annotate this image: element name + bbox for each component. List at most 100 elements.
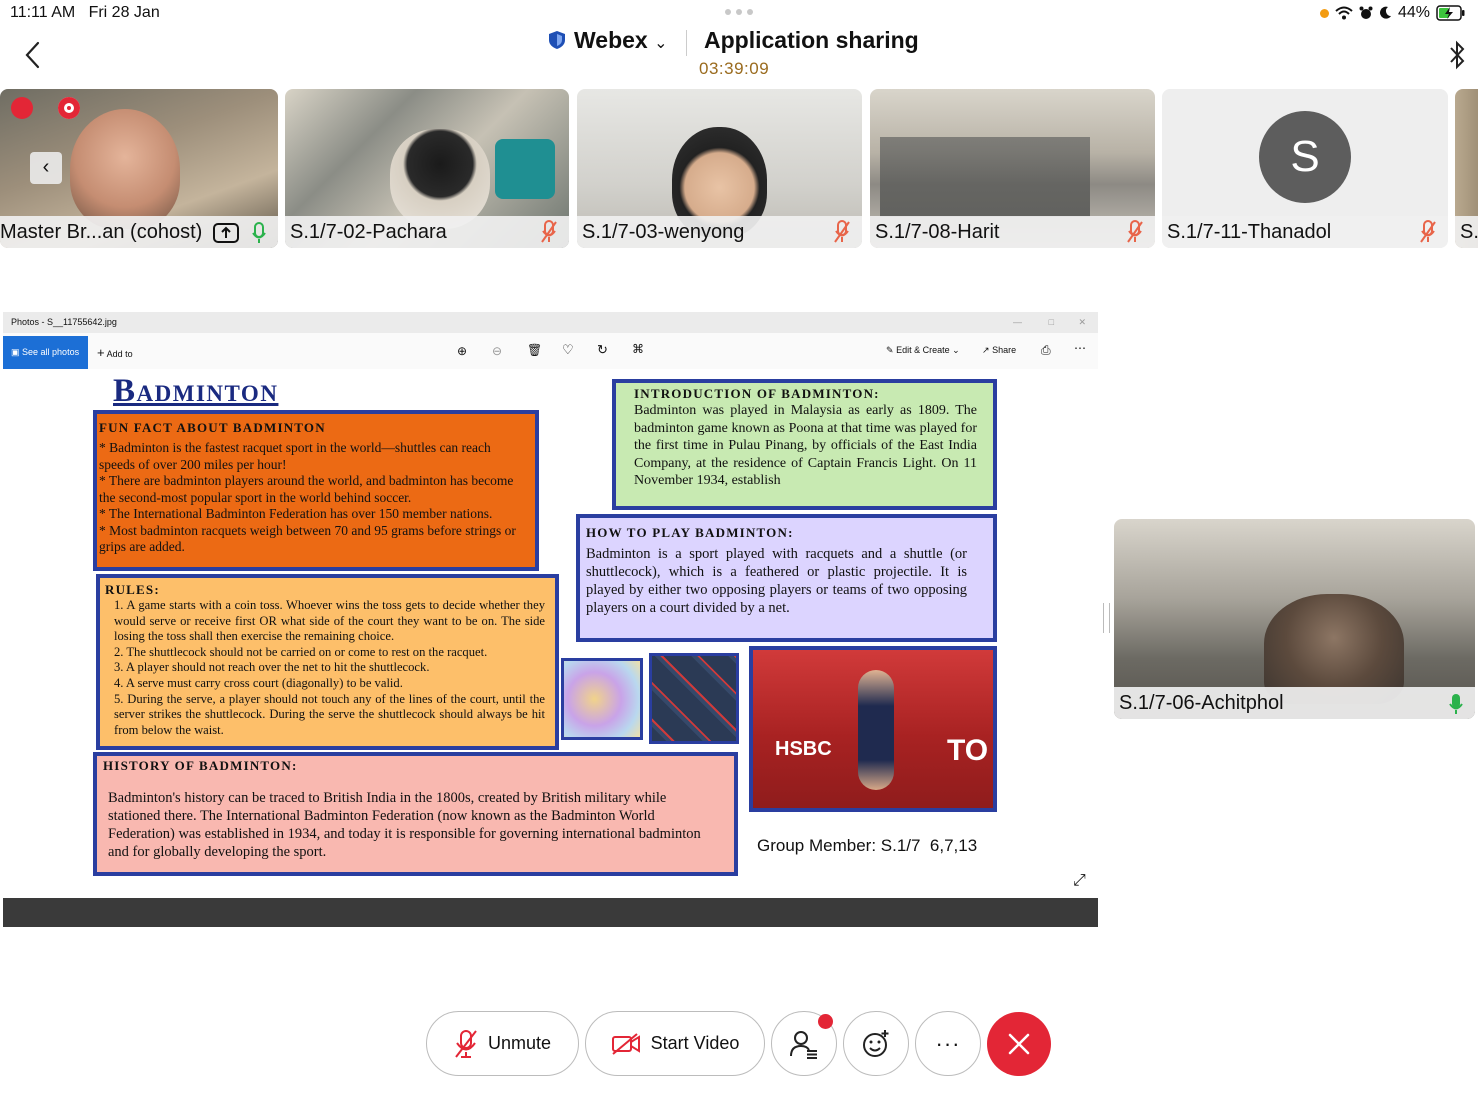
meeting-title: Application sharing <box>704 27 919 53</box>
see-all-label: See all photos <box>22 347 80 357</box>
rules-line: 3. A player should not reach over the ne… <box>114 660 430 675</box>
shared-application[interactable]: Photos - S__11755642.jpg — □ ✕ ▣ See all… <box>3 312 1098 927</box>
participant-tile[interactable]: S.1/7-02-Pachara <box>285 89 569 248</box>
video-feed <box>495 139 555 199</box>
video-feed <box>880 137 1090 217</box>
status-indicators: 44% <box>1319 4 1466 22</box>
mic-muted-icon <box>1420 220 1436 243</box>
video-off-icon <box>611 1032 640 1055</box>
scroll-left-button[interactable]: ‹ <box>30 152 62 184</box>
participants-button[interactable] <box>771 1011 837 1076</box>
more-button[interactable]: ··· <box>915 1011 981 1076</box>
maximize-icon[interactable]: □ <box>1049 312 1054 333</box>
participant-tile[interactable]: S.1/7-03-wenyong <box>577 89 862 248</box>
rules-line: 5. During the serve, a player should not… <box>114 691 545 737</box>
history-box: History of Badminton: Badminton's histor… <box>93 752 738 876</box>
delete-icon[interactable]: 🗑 <box>527 343 542 357</box>
raised-mute-indicator <box>11 97 33 119</box>
close-icon <box>1008 1033 1030 1055</box>
see-all-photos-button[interactable]: ▣ See all photos <box>3 336 88 369</box>
minimize-icon[interactable]: — <box>1013 312 1022 333</box>
bluetooth-icon[interactable] <box>1448 40 1466 70</box>
moon-icon <box>1379 6 1391 19</box>
add-to-button[interactable]: + Add to <box>97 336 133 371</box>
share-label: Share <box>992 345 1017 355</box>
rules-line: 4. A serve must carry cross court (diago… <box>114 675 403 690</box>
close-icon[interactable]: ✕ <box>1078 312 1086 333</box>
slide-bottom-bar <box>3 898 1098 927</box>
unmute-label: Unmute <box>487 1033 552 1053</box>
shuttlecock-sketch-image <box>561 658 643 740</box>
how-to-play-text: Badminton is a sport played with racquet… <box>586 546 967 616</box>
photo-banner-right: TO <box>947 734 989 767</box>
active-speaker-tile[interactable]: S.1/7-06-Achitphol <box>1114 519 1475 719</box>
participant-name: S.1/7-02-Pachara <box>285 216 569 248</box>
participant-name: S. <box>1455 216 1478 248</box>
rackets-pattern-image <box>649 653 739 744</box>
share-icon: ↗ <box>982 345 990 355</box>
rules-line: 2. The shuttlecock should not be carried… <box>114 644 488 659</box>
rotate-icon[interactable]: ↻ <box>597 342 608 358</box>
alarm-icon <box>1359 6 1373 19</box>
emoji-add-icon <box>863 1029 889 1057</box>
intro-box: Introduction of Badminton: Badminton was… <box>612 379 997 510</box>
photos-toolbar: ▣ See all photos + Add to ⊕ ⊖ 🗑 ♡ ↻ ⌘ ✎ … <box>3 333 1098 369</box>
battery-percent: 44% <box>1397 4 1430 21</box>
edit-create-button[interactable]: ✎ Edit & Create ⌄ <box>886 345 960 356</box>
participant-tile[interactable]: ‹ Master Br...an (cohost) <box>0 89 278 248</box>
multitask-dots-icon[interactable] <box>724 8 754 16</box>
header-divider <box>686 30 687 56</box>
rules-box: Rules: 1. A game starts with a coin toss… <box>96 574 559 750</box>
mic-muted-icon <box>541 220 557 243</box>
rules-line: 1. A game starts with a coin toss. Whoev… <box>114 598 545 644</box>
fun-fact-line: * The International Badminton Federation… <box>99 506 493 521</box>
more-options-icon[interactable]: ⋯ <box>1074 341 1086 355</box>
edit-create-label: Edit & Create <box>896 345 950 355</box>
recording-indicator <box>58 97 80 119</box>
add-to-label: Add to <box>106 349 133 359</box>
zoom-out-icon[interactable]: ⊖ <box>492 344 502 358</box>
heart-icon[interactable]: ♡ <box>562 342 574 358</box>
fun-fact-line: * Most badminton racquets weigh between … <box>99 522 516 555</box>
player-figure <box>858 670 894 790</box>
history-text: Badminton's history can be traced to Bri… <box>108 790 701 860</box>
mic-on-icon <box>1449 694 1463 714</box>
crop-icon[interactable]: ⌘ <box>632 342 644 356</box>
chevron-down-icon: ⌄ <box>952 345 960 355</box>
player-photo: HSBC TO <box>749 646 997 812</box>
battery-charging-icon <box>1436 5 1465 21</box>
back-chevron-icon[interactable] <box>22 40 46 70</box>
window-title: Photos - S__11755642.jpg <box>11 317 117 327</box>
status-time: 11:11 AM Fri 28 Jan <box>10 4 160 22</box>
start-video-label: Start Video <box>650 1033 740 1053</box>
drag-handle[interactable] <box>1103 603 1110 633</box>
start-video-button[interactable]: Start Video <box>585 1011 765 1076</box>
reactions-button[interactable] <box>843 1011 909 1076</box>
share-button[interactable]: ↗ Share <box>982 345 1016 356</box>
participant-tile[interactable]: S S.1/7-11-Thanadol <box>1162 89 1448 248</box>
clock-time: 11:11 AM <box>10 4 76 21</box>
status-date: Fri 28 Jan <box>88 4 160 21</box>
participant-name: S.1/7-06-Achitphol <box>1114 687 1475 719</box>
zoom-in-icon[interactable]: ⊕ <box>457 344 467 358</box>
slide-title: Badminton <box>113 373 279 409</box>
participant-name: S.1/7-08-Harit <box>870 216 1155 248</box>
video-feed <box>70 109 180 229</box>
participant-tile[interactable]: S.1/7-08-Harit <box>870 89 1155 248</box>
orange-dot-icon <box>1319 8 1329 18</box>
participant-tile[interactable]: S. <box>1455 89 1478 248</box>
notification-badge <box>818 1014 833 1029</box>
leave-meeting-button[interactable] <box>987 1012 1051 1076</box>
history-heading: History of Badminton: <box>103 758 298 773</box>
fun-fact-line: * There are badminton players around the… <box>99 473 514 505</box>
shield-icon <box>549 31 565 49</box>
expand-icon[interactable]: ⤢ <box>1073 872 1086 890</box>
print-icon[interactable]: ⎙ <box>1041 343 1051 358</box>
mic-muted-icon <box>1127 220 1143 243</box>
share-screen-icon <box>213 223 239 243</box>
app-switcher[interactable]: Webex ⌄ <box>574 27 668 54</box>
how-to-play-heading: How to play Badminton: <box>586 525 794 540</box>
meeting-timer: 03:39:09 <box>699 59 770 78</box>
unmute-button[interactable]: Unmute <box>426 1011 579 1076</box>
participant-name-text: Master Br...an (cohost) <box>0 221 203 243</box>
